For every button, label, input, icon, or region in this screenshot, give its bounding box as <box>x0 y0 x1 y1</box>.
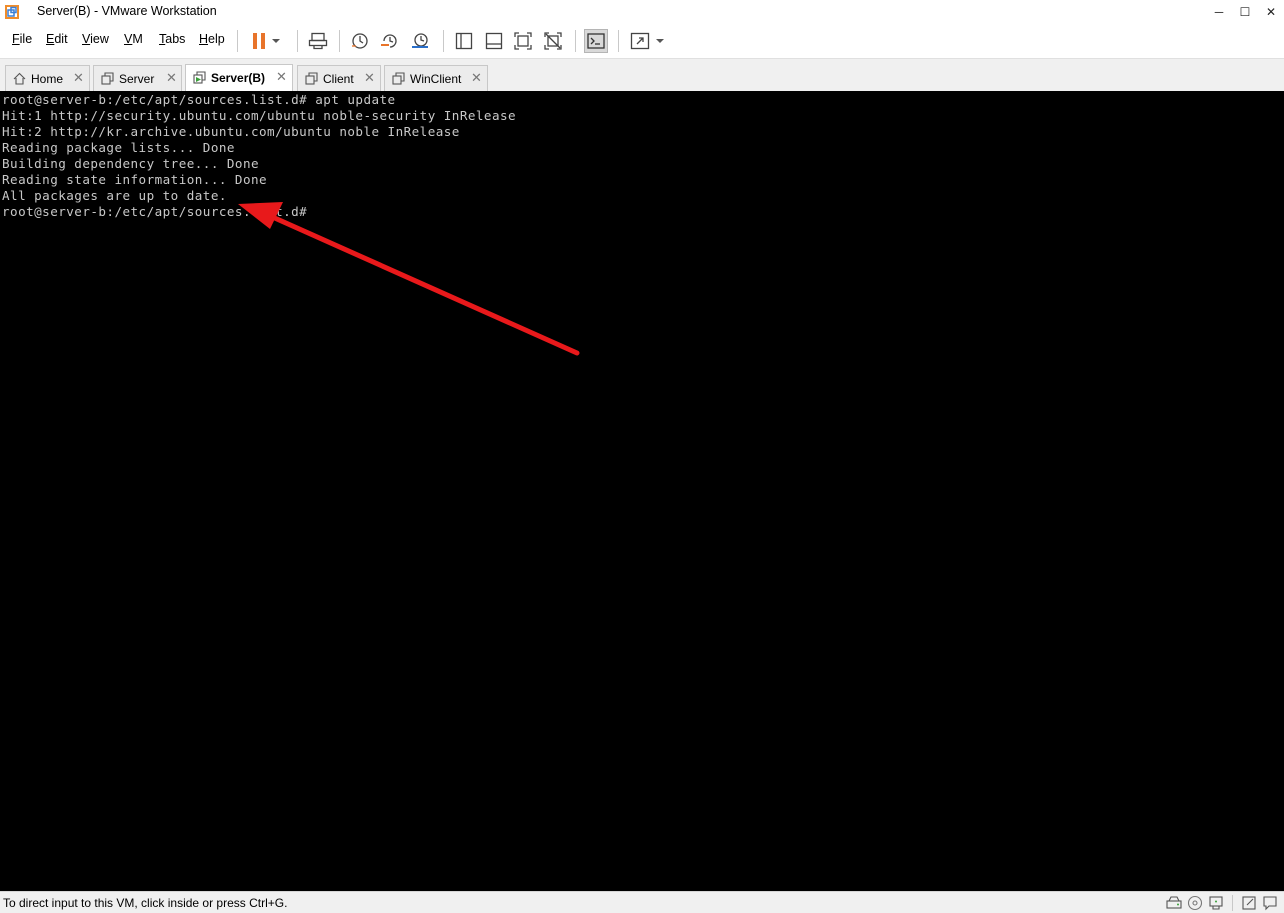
vm-icon <box>392 72 405 85</box>
dropdown-icon[interactable] <box>268 29 284 53</box>
snapshot-manager-icon[interactable] <box>408 29 432 53</box>
network-icon[interactable] <box>1208 895 1224 911</box>
title-bar[interactable]: Server(B) - VMware Workstation ─ ☐ ✕ <box>0 0 1284 24</box>
tab-close-icon[interactable]: ✕ <box>73 70 84 86</box>
window-title: Server(B) - VMware Workstation <box>37 4 217 18</box>
notes-icon[interactable] <box>1241 895 1257 911</box>
home-icon <box>13 72 26 85</box>
tab-label: Server <box>119 72 155 86</box>
terminal-line: root@server-b:/etc/apt/sources.list.d# <box>2 204 308 219</box>
vmware-app-icon <box>5 5 19 19</box>
tab-bar: Home ✕ Server ✕ Server(B) ✕ Client ✕ Win… <box>0 58 1284 92</box>
stretch-icon[interactable] <box>628 29 652 53</box>
tab-server[interactable]: Server ✕ <box>93 65 182 92</box>
console-view-icon[interactable] <box>584 29 608 53</box>
tab-close-icon[interactable]: ✕ <box>166 70 177 86</box>
snapshot-icon[interactable] <box>348 29 372 53</box>
terminal-line: Building dependency tree... Done <box>2 156 260 171</box>
message-icon[interactable] <box>1262 895 1278 911</box>
menu-vm[interactable]: VM <box>124 32 143 46</box>
minimize-button[interactable]: ─ <box>1206 0 1232 24</box>
show-library-icon[interactable] <box>452 29 476 53</box>
vm-console[interactable]: root@server-b:/etc/apt/sources.list.d# a… <box>0 91 1284 891</box>
vm-icon <box>305 72 318 85</box>
tab-home[interactable]: Home ✕ <box>5 65 90 92</box>
menu-help[interactable]: Help <box>199 32 225 46</box>
terminal-line: All packages are up to date. <box>2 188 227 203</box>
tab-label: Home <box>31 72 64 86</box>
tab-close-icon[interactable]: ✕ <box>471 70 482 86</box>
terminal-line: Hit:1 http://security.ubuntu.com/ubuntu … <box>2 108 517 123</box>
terminal-line: Hit:2 http://kr.archive.ubuntu.com/ubunt… <box>2 124 460 139</box>
tab-label: Server(B) <box>211 71 266 85</box>
tab-label: Client <box>323 72 354 86</box>
vm-running-icon <box>193 71 206 84</box>
menu-tabs[interactable]: Tabs <box>159 32 185 46</box>
revert-snapshot-icon[interactable] <box>378 29 402 53</box>
show-thumbnail-icon[interactable] <box>482 29 506 53</box>
unity-icon[interactable] <box>541 29 565 53</box>
close-button[interactable]: ✕ <box>1258 0 1284 24</box>
cd-icon[interactable] <box>1187 895 1203 911</box>
maximize-button[interactable]: ☐ <box>1232 0 1258 24</box>
tab-label: WinClient <box>410 72 462 86</box>
status-bar: To direct input to this VM, click inside… <box>0 891 1284 913</box>
stretch-dropdown-icon[interactable] <box>652 29 668 53</box>
send-ctrl-alt-del-icon[interactable] <box>306 29 330 53</box>
terminal-line: Reading package lists... Done <box>2 140 235 155</box>
tab-close-icon[interactable]: ✕ <box>276 69 287 85</box>
hard-disk-icon[interactable] <box>1166 895 1182 911</box>
terminal-line: root@server-b:/etc/apt/sources.list.d# a… <box>2 92 396 107</box>
vm-icon <box>101 72 114 85</box>
full-screen-icon[interactable] <box>511 29 535 53</box>
menu-view[interactable]: View <box>82 32 109 46</box>
menu-file[interactable]: File <box>12 32 32 46</box>
menu-toolbar: File Edit View VM Tabs Help <box>0 24 1284 58</box>
menu-edit[interactable]: Edit <box>46 32 68 46</box>
tab-server-b[interactable]: Server(B) ✕ <box>185 64 293 92</box>
tab-client[interactable]: Client ✕ <box>297 65 381 92</box>
status-text: To direct input to this VM, click inside… <box>3 896 288 910</box>
tab-close-icon[interactable]: ✕ <box>364 70 375 86</box>
tab-winclient[interactable]: WinClient ✕ <box>384 65 488 92</box>
terminal-line: Reading state information... Done <box>2 172 268 187</box>
